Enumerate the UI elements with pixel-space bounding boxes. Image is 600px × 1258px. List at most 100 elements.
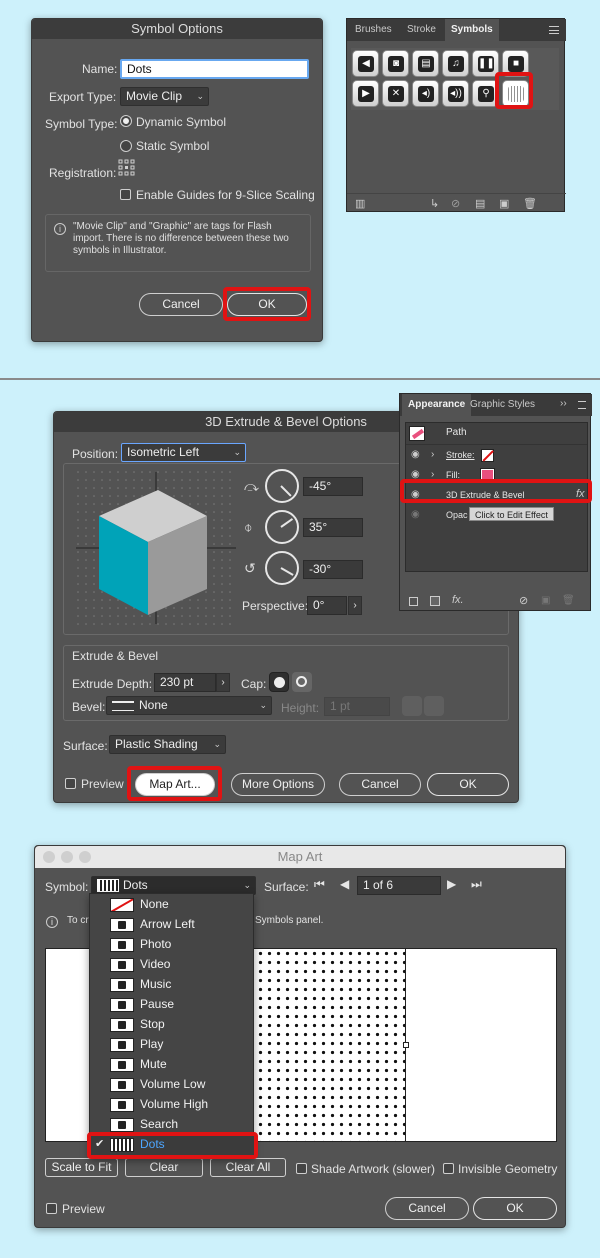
cap-on-icon[interactable] — [269, 672, 289, 692]
chevron-right-icon[interactable]: › — [216, 673, 230, 692]
rotate-z-input[interactable]: -30° — [303, 560, 363, 579]
scale-to-fit-button[interactable]: Scale to Fit — [45, 1158, 118, 1177]
perspective-input[interactable]: 0° — [307, 596, 347, 615]
trash-icon[interactable]: 🗑 — [523, 197, 537, 210]
new-fill-icon[interactable] — [430, 596, 440, 606]
symbol-library-icon[interactable]: ▥ — [355, 197, 365, 210]
pause-icon[interactable]: ❚❚ — [472, 50, 499, 77]
next-surface-icon[interactable]: ▶ — [447, 877, 456, 891]
preview-checkbox[interactable] — [65, 778, 76, 789]
menu-item-photo[interactable]: Photo — [90, 935, 255, 955]
rotate-z-knob[interactable] — [265, 551, 299, 585]
shade-artwork-checkbox[interactable] — [296, 1163, 307, 1174]
position-select[interactable]: Isometric Left ⌄ — [121, 443, 246, 462]
chevron-right-icon[interactable]: › — [431, 449, 434, 460]
mute-icon[interactable]: ✕ — [382, 80, 409, 107]
cap-off-icon[interactable] — [292, 672, 312, 692]
stop-icon[interactable]: ■ — [502, 50, 529, 77]
symbol-options-icon[interactable]: ▤ — [475, 197, 485, 210]
menu-item-dots[interactable]: ✔ Dots — [90, 1135, 255, 1155]
cancel-button[interactable]: Cancel — [339, 773, 421, 796]
chevron-right-icon[interactable]: › — [348, 596, 362, 615]
ok-button[interactable]: OK — [227, 293, 307, 316]
static-symbol-radio[interactable] — [120, 140, 132, 152]
fill-swatch[interactable] — [480, 468, 495, 483]
rotate-y-knob[interactable] — [265, 510, 299, 544]
zoom-window-icon[interactable] — [79, 851, 91, 863]
duplicate-icon[interactable]: ▣ — [541, 595, 550, 606]
place-symbol-icon[interactable]: ↳ — [430, 197, 439, 210]
rotate-x-input[interactable]: -45° — [303, 477, 363, 496]
eye-icon[interactable]: ◉ — [411, 449, 420, 460]
preview-checkbox[interactable] — [46, 1203, 57, 1214]
chevron-right-icon[interactable]: › — [431, 469, 434, 480]
clear-appearance-icon[interactable]: ⊘ — [519, 594, 528, 607]
eye-icon[interactable]: ◉ — [411, 509, 420, 520]
menu-item-pause[interactable]: Pause — [90, 995, 255, 1015]
ok-button[interactable]: OK — [473, 1197, 557, 1220]
first-surface-icon[interactable]: ⏮ — [314, 877, 325, 892]
last-surface-icon[interactable]: ⏭ — [471, 877, 482, 892]
invisible-geometry-checkbox[interactable] — [443, 1163, 454, 1174]
menu-item-volume-high[interactable]: Volume High — [90, 1095, 255, 1115]
menu-item-search[interactable]: Search — [90, 1115, 255, 1135]
clear-button[interactable]: Clear — [125, 1158, 203, 1177]
eye-icon[interactable]: ◉ — [411, 469, 420, 480]
volume-high-icon[interactable]: ◂)) — [442, 80, 469, 107]
surface-select[interactable]: Plastic Shading ⌄ — [109, 735, 226, 754]
music-icon[interactable]: ♫ — [442, 50, 469, 77]
extrude-depth-input[interactable]: 230 pt — [154, 673, 216, 692]
eye-icon[interactable]: ◉ — [411, 489, 420, 500]
tab-stroke[interactable]: Stroke — [401, 19, 442, 41]
menu-item-play[interactable]: Play — [90, 1035, 255, 1055]
fill-label[interactable]: Fill: — [446, 470, 460, 480]
tab-appearance[interactable]: Appearance — [402, 394, 472, 416]
bevel-in-icon[interactable] — [424, 696, 444, 716]
add-effect-icon[interactable]: fx. — [452, 594, 464, 606]
extrude-effect-row[interactable]: ◉ 3D Extrude & Bevel fx — [406, 486, 587, 506]
bevel-select[interactable]: None ⌄ — [106, 696, 272, 715]
trash-icon[interactable]: 🗑 — [562, 595, 575, 606]
resize-handle[interactable] — [403, 1042, 409, 1048]
bevel-out-icon[interactable] — [402, 696, 422, 716]
tab-graphic-styles[interactable]: Graphic Styles — [464, 394, 541, 416]
name-input[interactable]: Dots — [120, 59, 309, 79]
minimize-window-icon[interactable] — [61, 851, 73, 863]
cube-preview[interactable] — [74, 468, 239, 628]
surface-input[interactable]: 1 of 6 — [357, 876, 441, 895]
stroke-row[interactable]: ◉ › Stroke: — [406, 446, 587, 466]
break-link-icon[interactable]: ⊘ — [451, 197, 460, 210]
previous-surface-icon[interactable]: ◀ — [340, 877, 349, 891]
hamburger-icon[interactable] — [578, 401, 586, 409]
collapse-icon[interactable]: ›› — [560, 398, 567, 409]
cancel-button[interactable]: Cancel — [385, 1197, 469, 1220]
tab-symbols[interactable]: Symbols — [445, 19, 499, 41]
search-icon[interactable]: ⚲ — [472, 80, 499, 107]
cancel-button[interactable]: Cancel — [139, 293, 223, 316]
new-symbol-icon[interactable]: ▣ — [499, 197, 509, 210]
menu-item-none[interactable]: None — [90, 895, 255, 915]
export-type-select[interactable]: Movie Clip ⌄ — [120, 87, 209, 106]
menu-item-arrow-left[interactable]: Arrow Left — [90, 915, 255, 935]
nine-slice-checkbox[interactable] — [120, 189, 131, 200]
menu-item-mute[interactable]: Mute — [90, 1055, 255, 1075]
fx-icon[interactable]: fx — [576, 488, 585, 500]
stroke-label[interactable]: Stroke: — [446, 450, 475, 460]
stroke-swatch[interactable] — [481, 449, 494, 462]
close-window-icon[interactable] — [43, 851, 55, 863]
clear-all-button[interactable]: Clear All — [210, 1158, 286, 1177]
path-row[interactable]: Path — [406, 423, 587, 445]
dynamic-symbol-radio[interactable] — [120, 115, 132, 127]
dots-icon[interactable] — [502, 80, 529, 107]
more-options-button[interactable]: More Options — [231, 773, 325, 796]
tab-brushes[interactable]: Brushes — [349, 19, 398, 41]
volume-low-icon[interactable]: ◂) — [412, 80, 439, 107]
menu-item-video[interactable]: Video — [90, 955, 255, 975]
rotate-y-input[interactable]: 35° — [303, 518, 363, 537]
dots-art[interactable] — [256, 949, 406, 1141]
fill-row[interactable]: ◉ › Fill: — [406, 466, 587, 486]
rotate-x-knob[interactable] — [265, 469, 299, 503]
height-input[interactable]: 1 pt — [324, 697, 390, 716]
photo-icon[interactable]: ◙ — [382, 50, 409, 77]
registration-grid-icon[interactable] — [118, 159, 136, 177]
